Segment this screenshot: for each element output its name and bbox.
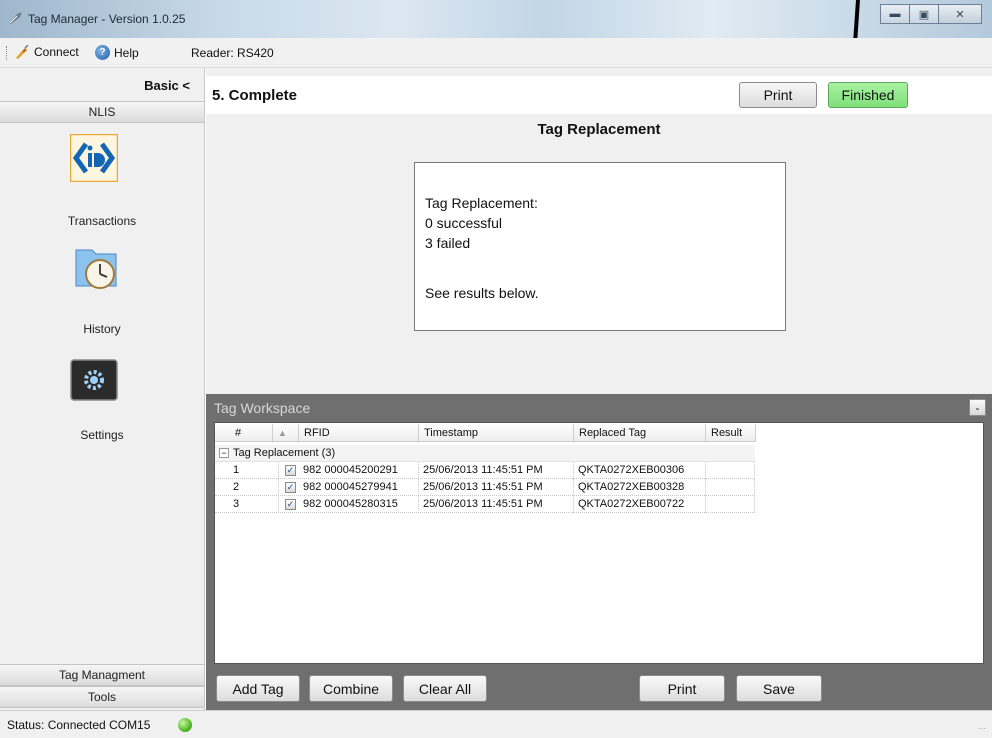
status-text: Status: Connected COM15 (7, 718, 151, 732)
add-tag-button[interactable]: Add Tag (216, 675, 300, 702)
sidebar-section-label: NLIS (88, 105, 116, 119)
maximize-icon: ▣ (918, 8, 930, 21)
column-header-result[interactable]: Result (706, 424, 756, 442)
save-button[interactable]: Save (736, 675, 822, 702)
main-content: 5. Complete Print Finished Tag Replaceme… (206, 68, 992, 710)
minimize-icon: ▬ (889, 8, 901, 20)
window-title: Tag Manager - Version 1.0.25 (28, 12, 186, 26)
gear-icon (70, 359, 118, 401)
row-number: 3 (229, 496, 279, 513)
toolbar-grip (6, 46, 9, 60)
tag-grid: # ▲ RFID Timestamp Replaced Tag Result −… (214, 422, 984, 664)
app-logo-icon (9, 12, 22, 24)
replaced-tag-cell: QKTA0272XEB00722 (574, 496, 706, 513)
workspace-title: Tag Workspace (214, 400, 311, 416)
finished-button[interactable]: Finished (828, 82, 908, 108)
result-cell (706, 479, 755, 496)
collapse-icon[interactable]: − (219, 448, 229, 458)
sidebar-section-tools[interactable]: Tools (0, 686, 204, 708)
timestamp-cell: 25/06/2013 11:45:51 PM (419, 496, 574, 513)
group-label: Tag Replacement (3) (233, 447, 336, 459)
replaced-tag-cell: QKTA0272XEB00328 (574, 479, 706, 496)
resize-grip-icon[interactable]: ⋯ (978, 724, 988, 734)
column-header-number[interactable]: # (215, 424, 273, 442)
clear-all-button[interactable]: Clear All (403, 675, 487, 702)
row-number: 2 (229, 479, 279, 496)
rfid-cell: 982 000045280315 (299, 496, 419, 513)
result-line: 3 failed (425, 235, 471, 251)
clock-folder-icon (75, 249, 117, 289)
collapse-button[interactable]: - (969, 399, 986, 416)
result-cell (706, 496, 755, 513)
sidebar-item-label: Transactions (67, 214, 137, 228)
sort-icon[interactable]: ▲ (273, 424, 299, 442)
row-checkbox[interactable]: ✓ (285, 482, 296, 493)
id-logo-icon (70, 134, 118, 182)
combine-button[interactable]: Combine (309, 675, 393, 702)
workspace-print-button[interactable]: Print (639, 675, 725, 702)
column-header-replaced-tag[interactable]: Replaced Tag (574, 424, 706, 442)
replaced-tag-cell: QKTA0272XEB00306 (574, 462, 706, 479)
status-bar: Status: Connected COM15 ⋯ (0, 710, 992, 738)
sidebar: Basic < NLIS Transactions History Settin… (0, 68, 205, 710)
close-button[interactable]: ✕ (938, 4, 982, 24)
sidebar-section-label: Tools (87, 690, 116, 704)
sidebar-section-nlis[interactable]: NLIS (0, 101, 204, 123)
tag-workspace: Tag Workspace - # ▲ RFID Timestamp Repla… (206, 394, 992, 710)
basic-toggle[interactable]: Basic < (144, 78, 190, 93)
column-header-rfid[interactable]: RFID (299, 424, 419, 442)
menu-bar: Connect ? Help Reader: RS420 (0, 38, 992, 68)
sidebar-section-tag-management[interactable]: Tag Managment (0, 664, 204, 686)
group-row[interactable]: − Tag Replacement (3) (215, 445, 755, 462)
print-button[interactable]: Print (739, 82, 817, 108)
connection-status-icon (178, 718, 192, 732)
result-cell (706, 462, 755, 479)
close-icon: ✕ (955, 8, 965, 21)
sidebar-item-history[interactable]: History (0, 244, 204, 344)
row-checkbox[interactable]: ✓ (285, 465, 296, 476)
connect-label: Connect (34, 45, 79, 59)
table-row[interactable]: 3 ✓ 982 000045280315 25/06/2013 11:45:51… (215, 496, 755, 513)
sidebar-item-transactions[interactable]: Transactions (0, 132, 204, 232)
sidebar-item-label: History (83, 322, 121, 336)
maximize-button[interactable]: ▣ (909, 4, 939, 24)
rfid-cell: 982 000045279941 (299, 479, 419, 496)
timestamp-cell: 25/06/2013 11:45:51 PM (419, 462, 574, 479)
help-menu[interactable]: ? Help (95, 45, 139, 60)
step-header: 5. Complete Print Finished (206, 76, 992, 114)
plug-icon (16, 45, 29, 59)
column-header-timestamp[interactable]: Timestamp (419, 424, 574, 442)
sidebar-item-label: Settings (80, 428, 124, 442)
section-title: Tag Replacement (537, 121, 661, 138)
result-line: 0 successful (425, 215, 503, 231)
sidebar-section-label: Tag Managment (58, 668, 146, 682)
app-window: Tag Manager - Version 1.0.25 ▬ ▣ ✕ Conne… (0, 0, 992, 738)
rfid-cell: 982 000045200291 (299, 462, 419, 479)
table-row[interactable]: 2 ✓ 982 000045279941 25/06/2013 11:45:51… (215, 479, 755, 496)
timestamp-cell: 25/06/2013 11:45:51 PM (419, 479, 574, 496)
window-controls: ▬ ▣ ✕ (880, 4, 982, 24)
table-row[interactable]: 1 ✓ 982 000045200291 25/06/2013 11:45:51… (215, 462, 755, 479)
minimize-button[interactable]: ▬ (880, 4, 910, 24)
connect-menu[interactable]: Connect (14, 45, 79, 59)
step-title: 5. Complete (212, 87, 298, 104)
sidebar-item-settings[interactable]: Settings (0, 356, 204, 456)
row-checkbox[interactable]: ✓ (285, 499, 296, 510)
result-footer: See results below. (425, 285, 539, 301)
row-number: 1 (229, 462, 279, 479)
reader-label: Reader: RS420 (191, 46, 274, 60)
result-summary: Tag Replacement: 0 successful 3 failed S… (414, 162, 786, 331)
help-label: Help (114, 45, 139, 60)
help-icon: ? (95, 45, 110, 60)
result-line: Tag Replacement: (425, 195, 538, 211)
